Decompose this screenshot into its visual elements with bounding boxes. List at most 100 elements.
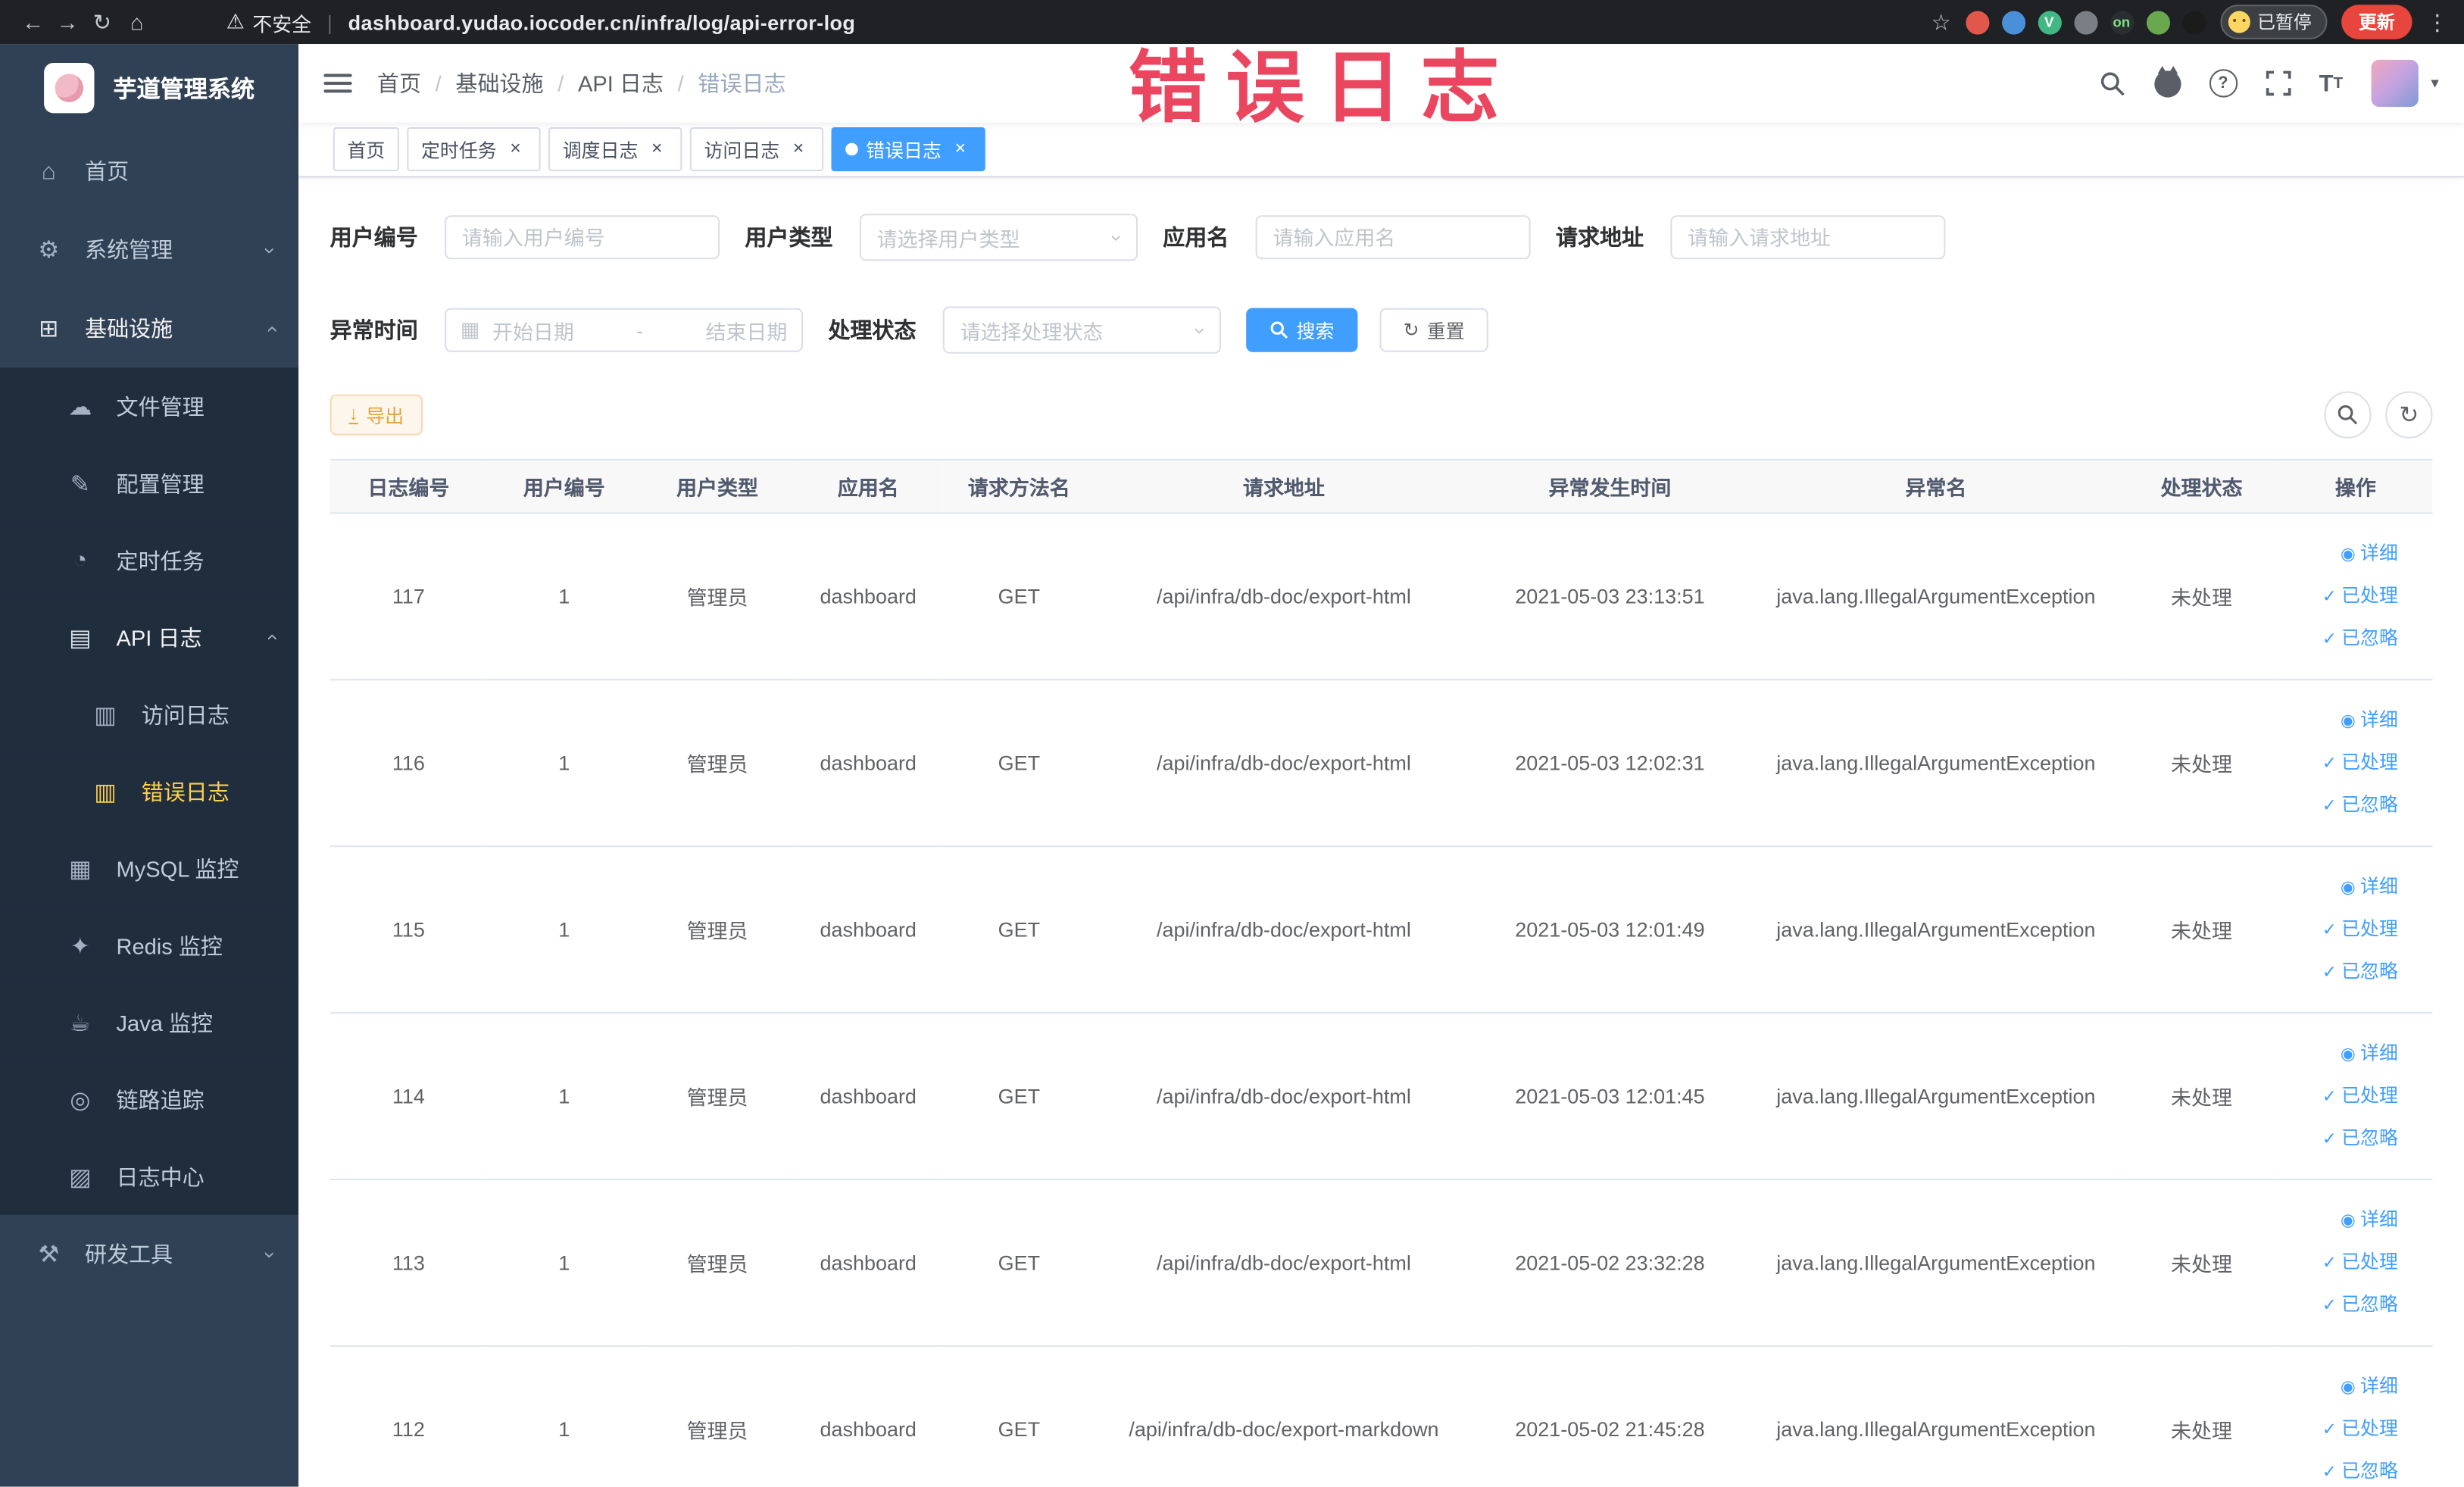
processed-link[interactable]: ✓ 已处理 [2284,1075,2398,1117]
processed-link[interactable]: ✓ 已处理 [2284,575,2398,617]
site-security[interactable]: ⚠ 不安全 [226,7,311,36]
ignored-link[interactable]: ✓ 已忽略 [2284,1117,2398,1160]
detail-link[interactable]: ◉ 详细 [2284,699,2398,742]
sidebar-item-java-monitor[interactable]: ☕ Java 监控 [0,983,299,1061]
processed-link[interactable]: ✓ 已处理 [2284,1242,2398,1284]
extension-icon-leaf[interactable] [2145,10,2170,34]
fullscreen-icon[interactable] [2266,70,2291,96]
ignored-link[interactable]: ✓ 已忽略 [2284,1284,2398,1326]
bookmark-star-icon[interactable]: ☆ [1932,8,1951,35]
log-center-icon: ▨ [69,1164,92,1191]
screen: ← → ↻ ⌂ ⚠ 不安全 | dashboard.yudao.iocoder.… [0,0,2464,1487]
request-url-input[interactable] [1670,215,1946,260]
search-button[interactable]: 搜索 [1246,308,1358,352]
user-type-select[interactable]: 请选择用户类型 › [859,214,1138,261]
process-status-select[interactable]: 请选择处理状态 › [942,306,1221,354]
detail-link[interactable]: ◉ 详细 [2284,1032,2398,1075]
breadcrumb-item[interactable]: 基础设施 [455,67,543,98]
sidebar-item-config-management[interactable]: ✎ 配置管理 [0,445,299,522]
ignored-link[interactable]: ✓ 已忽略 [2284,1451,2398,1487]
cell-user-type: 管理员 [641,846,794,1014]
github-icon[interactable] [2153,65,2181,97]
cell-exception-time: 2021-05-03 12:01:45 [1472,1013,1747,1181]
profile-paused-chip[interactable]: 已暂停 [2219,5,2328,39]
tab-job-log[interactable]: 调度日志 × [548,127,682,172]
sidebar-item-error-log[interactable]: ▥ 错误日志 [0,752,299,830]
reset-button[interactable]: ↻ 重置 [1379,308,1488,352]
close-icon[interactable]: × [646,138,668,161]
cell-request-url: /api/infra/db-doc/export-markdown [1095,1345,1472,1487]
chevron-down-icon[interactable]: ▾ [2431,75,2438,92]
reload-icon[interactable]: ↻ [85,8,120,35]
back-icon[interactable]: ← [16,9,51,34]
extension-icon-red[interactable] [1965,10,1989,34]
warning-icon: ⚠ [226,9,245,33]
sidebar-item-api-log[interactable]: ▤ API 日志 › [0,598,299,676]
sidebar-item-access-log[interactable]: ▥ 访问日志 [0,676,299,753]
sidebar-item-label: 基础设施 [85,315,173,342]
font-size-icon[interactable]: TT [2319,70,2343,96]
column-header: 操作 [2278,458,2433,514]
tab-error-log[interactable]: 错误日志 × [831,127,985,172]
processed-link[interactable]: ✓ 已处理 [2284,1408,2398,1451]
sidebar-item-scheduled-jobs[interactable]: ◔ 定时任务 [0,521,299,599]
tab-label: 首页 [347,139,386,161]
sidebar-item-system-management[interactable]: ⚙ 系统管理 › [0,211,298,289]
close-icon[interactable]: × [788,138,810,161]
action-label: 详细 [2360,708,2398,731]
mysql-monitor-icon: ▦ [69,855,92,883]
close-icon[interactable]: × [504,138,526,161]
detail-link[interactable]: ◉ 详细 [2284,1199,2398,1242]
system-management-icon: ⚙ [38,237,60,264]
search-icon[interactable] [2099,70,2125,96]
detail-link[interactable]: ◉ 详细 [2284,533,2398,575]
close-icon[interactable]: × [949,138,971,161]
sidebar-item-redis-monitor[interactable]: ✦ Redis 监控 [0,907,299,984]
cell-exception-time: 2021-05-02 21:45:28 [1472,1345,1747,1487]
extension-icon-dark[interactable] [2181,10,2206,34]
sidebar-item-file-management[interactable]: ☁ 文件管理 [0,367,299,445]
extension-icon-gray[interactable] [2073,10,2097,34]
extension-icon-on[interactable]: on [2110,10,2134,34]
cell-user-type: 管理员 [641,1345,794,1487]
ignored-link[interactable]: ✓ 已忽略 [2284,951,2398,993]
extension-icon-vue[interactable]: V [2037,10,2061,34]
sidebar-item-trace[interactable]: ◎ 链路追踪 [0,1061,299,1139]
help-icon[interactable]: ? [2209,69,2238,98]
detail-link[interactable]: ◉ 详细 [2284,866,2398,908]
sidebar-item-log-center[interactable]: ▨ 日志中心 [0,1138,299,1215]
action-label: 已忽略 [2341,793,2398,816]
ignored-link[interactable]: ✓ 已忽略 [2284,617,2398,660]
refresh-icon: ↻ [2399,402,2419,430]
export-button[interactable]: ↓ 导出 [329,394,423,436]
sidebar-item-home[interactable]: ⌂ 首页 [0,132,298,211]
column-header: 用户编号 [487,458,642,514]
user-avatar[interactable] [2371,59,2419,108]
tab-home[interactable]: 首页 [333,127,399,172]
breadcrumb-item[interactable]: API 日志 [578,67,664,98]
ignored-link[interactable]: ✓ 已忽略 [2284,784,2398,826]
forward-icon[interactable]: → [50,9,85,34]
tab-job[interactable]: 定时任务 × [407,127,541,172]
column-header: 应用名 [793,458,943,514]
address-url[interactable]: dashboard.yudao.iocoder.cn/infra/log/api… [348,10,856,33]
processed-link[interactable]: ✓ 已处理 [2284,742,2398,784]
detail-link[interactable]: ◉ 详细 [2284,1366,2398,1408]
exception-time-range-picker[interactable]: ▦ 开始日期 - 结束日期 [445,308,804,352]
tab-access-log[interactable]: 访问日志 × [689,127,824,172]
breadcrumb-item[interactable]: 首页 [377,67,421,98]
update-button[interactable]: 更新 [2341,5,2412,39]
sidebar-item-mysql-monitor[interactable]: ▦ MySQL 监控 [0,829,299,908]
sidebar-item-dev-tools[interactable]: ⚒ 研发工具 › [0,1215,298,1294]
app-name-input[interactable] [1255,215,1531,260]
user-id-input[interactable] [445,215,720,260]
browser-menu-icon[interactable]: ⋮ [2426,8,2448,35]
home-icon[interactable]: ⌂ [120,9,155,34]
hamburger-icon[interactable] [323,73,352,93]
cell-exception-name: java.lang.IllegalArgumentException [1747,846,2125,1014]
processed-link[interactable]: ✓ 已处理 [2284,908,2398,951]
refresh-button[interactable]: ↻ [2385,391,2433,439]
sidebar-item-infrastructure[interactable]: ⊞ 基础设施 › [0,289,298,368]
extension-icon-blue[interactable] [2001,10,2025,34]
hide-search-button[interactable] [2324,391,2372,439]
